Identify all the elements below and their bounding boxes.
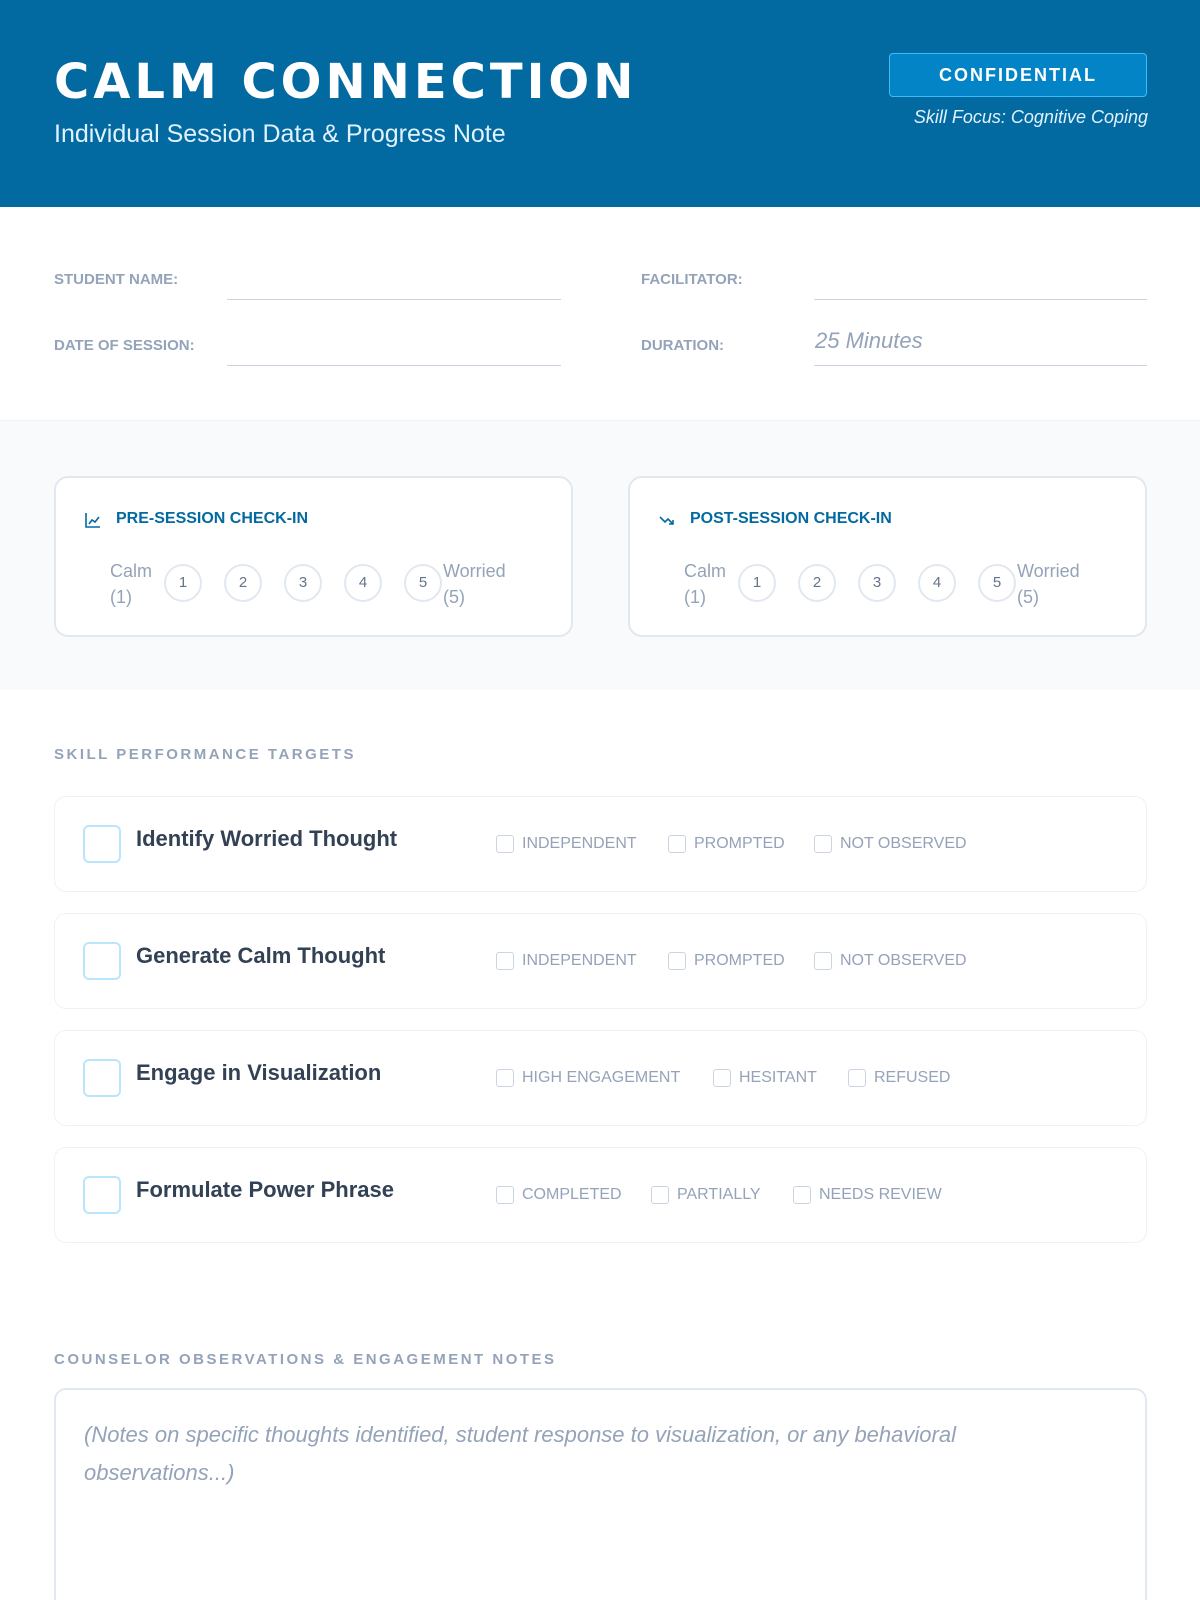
option-label: NEEDS REVIEW — [819, 1186, 942, 1203]
checkbox-icon — [668, 835, 686, 853]
post-rating-1[interactable]: 1 — [738, 564, 776, 602]
facilitator-field[interactable] — [814, 299, 1147, 300]
option-checkbox[interactable]: PROMPTED — [668, 833, 785, 855]
skill-checkbox[interactable] — [83, 825, 121, 863]
skill-row: Generate Calm Thought INDEPENDENT PROMPT… — [54, 913, 1147, 1009]
page-subtitle: Individual Session Data & Progress Note — [54, 120, 506, 148]
skill-name: Formulate Power Phrase — [136, 1177, 394, 1202]
option-checkbox[interactable]: NEEDS REVIEW — [793, 1184, 942, 1206]
checkbox-icon — [668, 952, 686, 970]
skill-name: Generate Calm Thought — [136, 943, 386, 968]
header-banner: CALM CONNECTION Individual Session Data … — [0, 0, 1200, 207]
post-rating-5[interactable]: 5 — [978, 564, 1016, 602]
skills-heading: SKILL PERFORMANCE TARGETS — [54, 746, 356, 763]
skill-row: Identify Worried Thought INDEPENDENT PRO… — [54, 796, 1147, 892]
checkbox-icon — [814, 952, 832, 970]
skill-row: Formulate Power Phrase COMPLETED PARTIAL… — [54, 1147, 1147, 1243]
post-calm-label: Calm (1) — [684, 561, 727, 607]
option-checkbox[interactable]: COMPLETED — [496, 1184, 622, 1206]
option-checkbox[interactable]: PARTIALLY — [651, 1184, 761, 1206]
post-rating-4[interactable]: 4 — [918, 564, 956, 602]
post-rating-2[interactable]: 2 — [798, 564, 836, 602]
pre-rating-4[interactable]: 4 — [344, 564, 382, 602]
option-checkbox[interactable]: PROMPTED — [668, 950, 785, 972]
date-of-session-label: DATE OF SESSION: — [54, 337, 195, 354]
option-label: HESITANT — [739, 1069, 817, 1086]
pre-session-title: PRE-SESSION CHECK-IN — [116, 510, 309, 527]
option-label: INDEPENDENT — [522, 952, 637, 969]
option-checkbox[interactable]: NOT OBSERVED — [814, 950, 967, 972]
option-label: PARTIALLY — [677, 1186, 761, 1203]
post-session-title: POST-SESSION CHECK-IN — [690, 510, 892, 527]
skill-checkbox[interactable] — [83, 942, 121, 980]
checkbox-icon — [496, 952, 514, 970]
confidential-badge: CONFIDENTIAL — [889, 53, 1147, 97]
chart-line-up-icon — [85, 513, 100, 528]
skill-row: Engage in Visualization HIGH ENGAGEMENT … — [54, 1030, 1147, 1126]
checkbox-icon — [848, 1069, 866, 1087]
pre-rating-1[interactable]: 1 — [164, 564, 202, 602]
pre-session-checkin-card: PRE-SESSION CHECK-IN Calm (1) 1 2 3 4 5 … — [54, 476, 573, 637]
checkbox-icon — [651, 1186, 669, 1204]
trend-down-icon — [659, 516, 674, 525]
date-of-session-field[interactable] — [227, 365, 561, 366]
checkbox-icon — [496, 1186, 514, 1204]
option-checkbox[interactable]: INDEPENDENT — [496, 950, 637, 972]
pre-rating-5[interactable]: 5 — [404, 564, 442, 602]
skill-checkbox[interactable] — [83, 1059, 121, 1097]
notes-textarea[interactable]: (Notes on specific thoughts identified, … — [54, 1388, 1147, 1600]
option-checkbox[interactable]: NOT OBSERVED — [814, 833, 967, 855]
skill-checkbox[interactable] — [83, 1176, 121, 1214]
facilitator-label: FACILITATOR: — [641, 271, 743, 288]
pre-calm-label: Calm (1) — [110, 561, 153, 607]
option-label: NOT OBSERVED — [840, 835, 967, 852]
pre-rating-2[interactable]: 2 — [224, 564, 262, 602]
pre-worried-label: Worried (5) — [443, 561, 506, 607]
option-label: HIGH ENGAGEMENT — [522, 1069, 681, 1086]
option-label: REFUSED — [874, 1069, 951, 1086]
post-rating-3[interactable]: 3 — [858, 564, 896, 602]
skill-name: Identify Worried Thought — [136, 826, 398, 851]
option-label: PROMPTED — [694, 835, 785, 852]
option-label: COMPLETED — [522, 1186, 622, 1203]
checkbox-icon — [496, 1069, 514, 1087]
checkbox-icon — [814, 835, 832, 853]
pre-rating-3[interactable]: 3 — [284, 564, 322, 602]
checkbox-icon — [793, 1186, 811, 1204]
notes-placeholder: (Notes on specific thoughts identified, … — [84, 1422, 956, 1485]
skill-name: Engage in Visualization — [136, 1060, 382, 1085]
post-session-checkin-card: POST-SESSION CHECK-IN Calm (1) 1 2 3 4 5… — [628, 476, 1147, 637]
option-checkbox[interactable]: HIGH ENGAGEMENT — [496, 1067, 680, 1089]
option-label: PROMPTED — [694, 952, 785, 969]
duration-label: DURATION: — [641, 337, 725, 354]
duration-field[interactable] — [814, 365, 1147, 366]
skill-focus-text: Skill Focus: Cognitive Coping — [913, 107, 1148, 127]
option-checkbox[interactable]: REFUSED — [848, 1067, 950, 1089]
student-name-label: STUDENT NAME: — [54, 271, 179, 288]
checkbox-icon — [713, 1069, 731, 1087]
option-label: NOT OBSERVED — [840, 952, 967, 969]
option-checkbox[interactable]: HESITANT — [713, 1067, 817, 1089]
post-worried-label: Worried (5) — [1017, 561, 1080, 607]
student-name-field[interactable] — [227, 299, 561, 300]
page-title: CALM CONNECTION — [54, 54, 638, 110]
duration-value: 25 Minutes — [815, 328, 923, 353]
option-checkbox[interactable]: INDEPENDENT — [496, 833, 637, 855]
checkbox-icon — [496, 835, 514, 853]
option-label: INDEPENDENT — [522, 835, 637, 852]
notes-heading: COUNSELOR OBSERVATIONS & ENGAGEMENT NOTE… — [54, 1351, 557, 1368]
